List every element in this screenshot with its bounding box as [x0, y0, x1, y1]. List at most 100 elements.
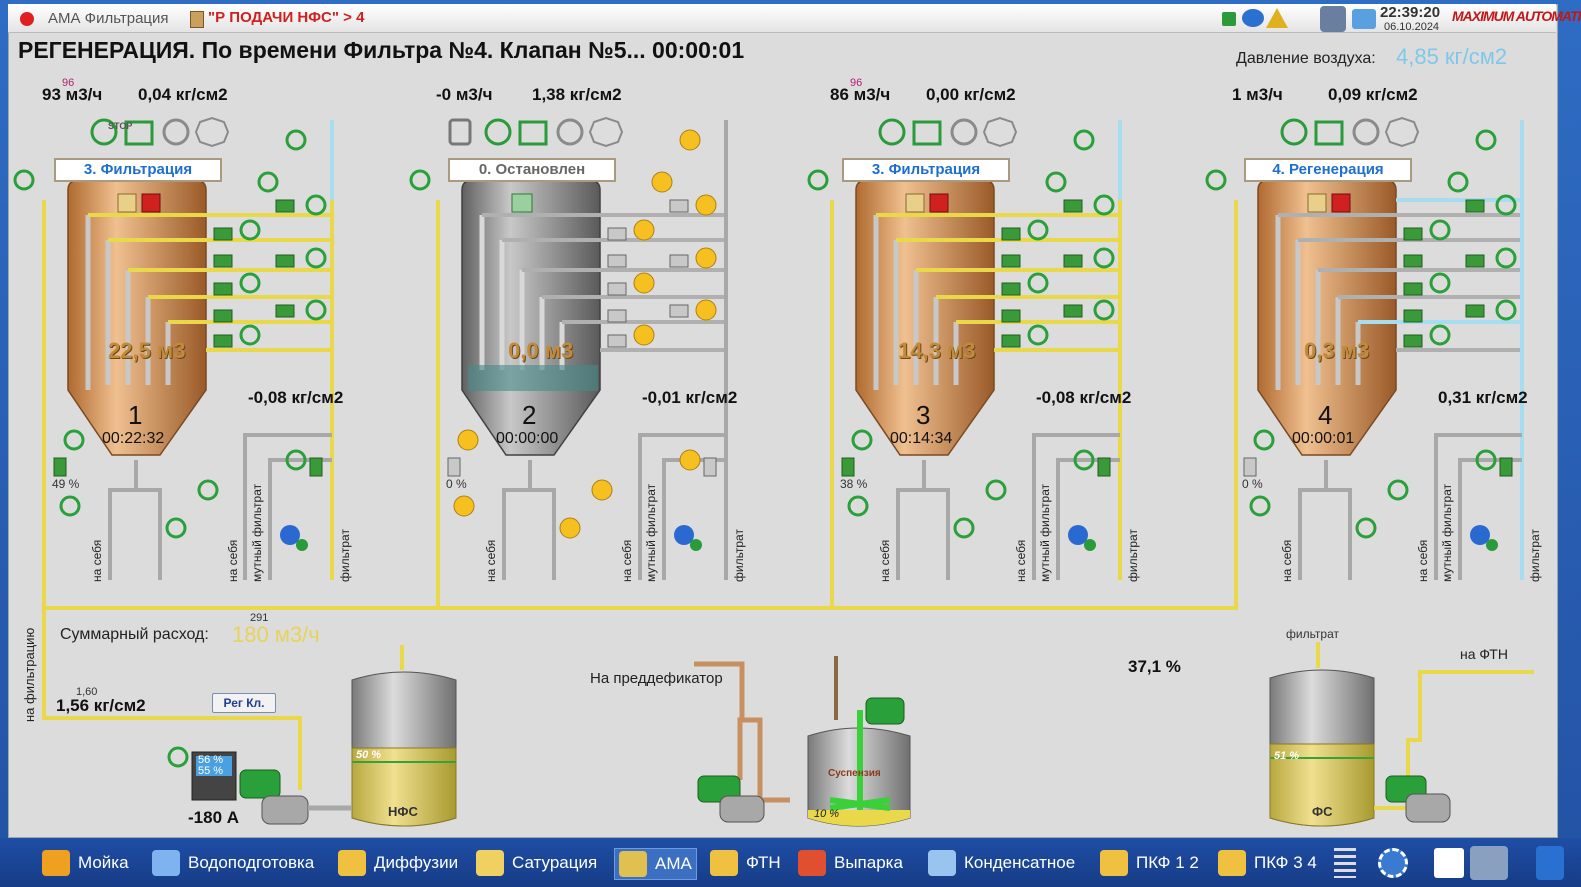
filter-3-flow: 86 м3/ч [830, 85, 891, 104]
filter-3-out-pressure: -0,08 кг/см2 [1036, 388, 1132, 407]
filter-1-stop-button[interactable]: STOP [108, 121, 132, 131]
taskbar-item-pkf12[interactable]: ПКФ 1 2 [1100, 848, 1199, 878]
filter-1-number: 1 [128, 400, 143, 430]
condensate-icon [928, 850, 956, 876]
label-na-sebya-1b: на себя [226, 539, 240, 582]
filter-2-out-pressure: -0,01 кг/см2 [642, 388, 738, 407]
taskbar-label: ПКФ 3 4 [1254, 853, 1317, 872]
to-ftn-label: на ФТН [1460, 646, 1508, 662]
fs-filtrat-label: фильтрат [1286, 627, 1339, 641]
label-mutny-3: мутный фильтрат [1038, 483, 1052, 582]
taskbar-item-moika[interactable]: Мойка [42, 848, 129, 878]
total-flow-label: Суммарный расход: [60, 626, 209, 643]
label-mutny-4: мутный фильтрат [1440, 483, 1454, 582]
taskbar-label: ФТН [746, 853, 781, 872]
filter-2-pressure: 1,38 кг/см2 [532, 85, 622, 104]
saturation-icon [476, 850, 504, 876]
label-na-sebya-1: на себя [90, 539, 104, 582]
label-filtrat-4: фильтрат [1528, 529, 1542, 582]
filter-2-status[interactable]: 0. Остановлен [448, 158, 616, 182]
filter-3-valve-pct: 38 % [840, 477, 868, 491]
taskbar-label: Сатурация [512, 853, 598, 872]
suspension-tank [694, 656, 911, 827]
hand-touch-icon[interactable] [1536, 846, 1564, 880]
filter-4-pressure: 0,09 кг/см2 [1328, 85, 1418, 104]
taskbar-label: Водоподготовка [188, 853, 315, 872]
taskbar-label: Мойка [78, 853, 129, 872]
filter-4-flow: 1 м3/ч [1232, 85, 1283, 104]
filter-4-vessel [1257, 120, 1524, 580]
pkf-icon [1100, 850, 1128, 876]
filter-1-status[interactable]: 3. Фильтрация [54, 158, 222, 182]
feed-pressure: 1,56 кг/см2 [56, 696, 146, 715]
taskbar-item-ftn[interactable]: ФТН [710, 848, 781, 878]
label-mutny-1: мутный фильтрат [250, 483, 264, 582]
filter-3-vessel [855, 120, 1122, 580]
mid-percent: 37,1 % [1128, 657, 1181, 676]
fs-label: ФС [1312, 804, 1333, 819]
moika-icon [42, 850, 70, 876]
taskbar-label: Конденсатное [964, 853, 1076, 872]
label-na-sebya-3: на себя [878, 539, 892, 582]
taskbar: Мойка Водоподготовка Диффузии Сатурация … [0, 838, 1581, 887]
fs-tank [1269, 642, 1534, 827]
filter-1-timer: 00:22:32 [102, 430, 165, 447]
taskbar-label: Выпарка [834, 853, 903, 872]
taskbar-label: АМА [655, 854, 692, 873]
nfs-level: 50 % [356, 749, 382, 761]
suspension-label: Суспензия [828, 768, 881, 779]
diffusion-icon [338, 850, 366, 876]
settings-gear-icon[interactable] [1378, 848, 1408, 878]
taskbar-item-vyparka[interactable]: Выпарка [798, 848, 903, 878]
filter-1-out-pressure: -0,08 кг/см2 [248, 388, 344, 407]
label-filtrat-2: фильтрат [732, 529, 746, 582]
label-na-sebya-3b: на себя [1014, 539, 1028, 582]
pump-current: -180 А [188, 808, 240, 827]
nfs-tank [351, 645, 457, 827]
filter-2-vessel [461, 120, 728, 580]
filter-4-number: 4 [1318, 400, 1333, 430]
filter-3-volume: 14,3 м3 [898, 338, 976, 363]
menu-icon[interactable] [1334, 848, 1356, 878]
filter-3-status[interactable]: 3. Фильтрация [842, 158, 1010, 182]
filter-3-timer: 00:14:34 [890, 430, 953, 447]
filter-2-timer: 00:00:00 [496, 430, 559, 447]
filter-4-valve-pct: 0 % [1242, 477, 1263, 491]
to-filtration-label: на фильтрацию [22, 627, 37, 722]
taskbar-label: ПКФ 1 2 [1136, 853, 1199, 872]
label-filtrat-3: фильтрат [1126, 529, 1140, 582]
filter-3-pressure: 0,00 кг/см2 [926, 85, 1016, 104]
filter-4-out-pressure: 0,31 кг/см2 [1438, 388, 1528, 407]
taskbar-item-kondensatnoe[interactable]: Конденсатное [928, 848, 1075, 878]
taskbar-item-diffuzii[interactable]: Диффузии [338, 848, 458, 878]
reg-valve-button[interactable]: Рег Кл. [212, 693, 276, 713]
filter-1-flow: 93 м3/ч [42, 85, 103, 104]
taskbar-item-pkf34[interactable]: ПКФ 3 4 [1218, 848, 1317, 878]
taskbar-label: Диффузии [374, 853, 459, 872]
pkf-icon [1218, 850, 1246, 876]
label-mutny-2: мутный фильтрат [644, 483, 658, 582]
filter-3-number: 3 [916, 400, 931, 430]
label-filtrat-1: фильтрат [338, 529, 352, 582]
taskbar-item-vodopodgotovka[interactable]: Водоподготовка [152, 848, 314, 878]
label-na-sebya-4b: на себя [1416, 539, 1430, 582]
taskbar-item-saturatsiya[interactable]: Сатурация [476, 848, 597, 878]
filter-2-volume: 0,0 м3 [508, 338, 574, 363]
filter-1-volume: 22,5 м3 [108, 338, 186, 363]
total-flow-value: 180 м3/ч [232, 622, 320, 647]
filter-2-number: 2 [522, 400, 537, 430]
label-na-sebya-2b: на себя [620, 539, 634, 582]
user-icon[interactable] [1470, 846, 1508, 880]
label-na-sebya-4: на себя [1280, 539, 1294, 582]
filter-1-valve-pct: 49 % [52, 477, 80, 491]
trend-icon[interactable] [1434, 848, 1464, 878]
predefecator-label: На преддефикатор [590, 670, 723, 687]
filter-2-valve-pct: 0 % [446, 477, 467, 491]
filter-2-flow: -0 м3/ч [436, 85, 493, 104]
taskbar-item-ama[interactable]: АМА [614, 848, 697, 880]
filter-4-timer: 00:00:01 [1292, 430, 1355, 447]
evaporation-icon [798, 850, 826, 876]
filter-4-status[interactable]: 4. Регенерация [1244, 158, 1412, 182]
ama-icon [619, 851, 647, 877]
nfs-label: НФС [388, 804, 418, 819]
